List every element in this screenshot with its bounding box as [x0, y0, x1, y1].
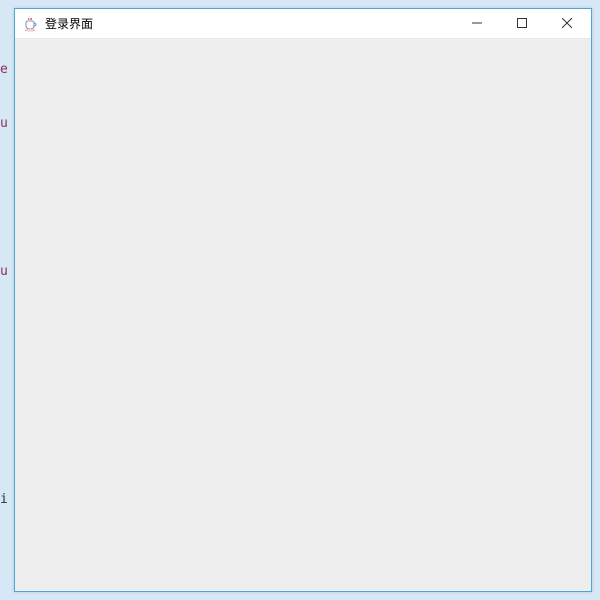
window-title: 登录界面 — [45, 15, 93, 32]
window-controls — [454, 9, 589, 38]
bg-text: e — [0, 62, 8, 77]
client-area — [15, 39, 591, 591]
minimize-button[interactable] — [454, 9, 499, 37]
bg-text: u — [0, 264, 8, 279]
application-window: 登录界面 — [14, 8, 592, 592]
maximize-button[interactable] — [499, 9, 544, 37]
bg-text: u — [0, 116, 8, 131]
titlebar[interactable]: 登录界面 — [15, 9, 591, 39]
java-cup-icon — [23, 16, 39, 32]
bg-text: i — [0, 492, 8, 507]
close-button[interactable] — [544, 9, 589, 37]
